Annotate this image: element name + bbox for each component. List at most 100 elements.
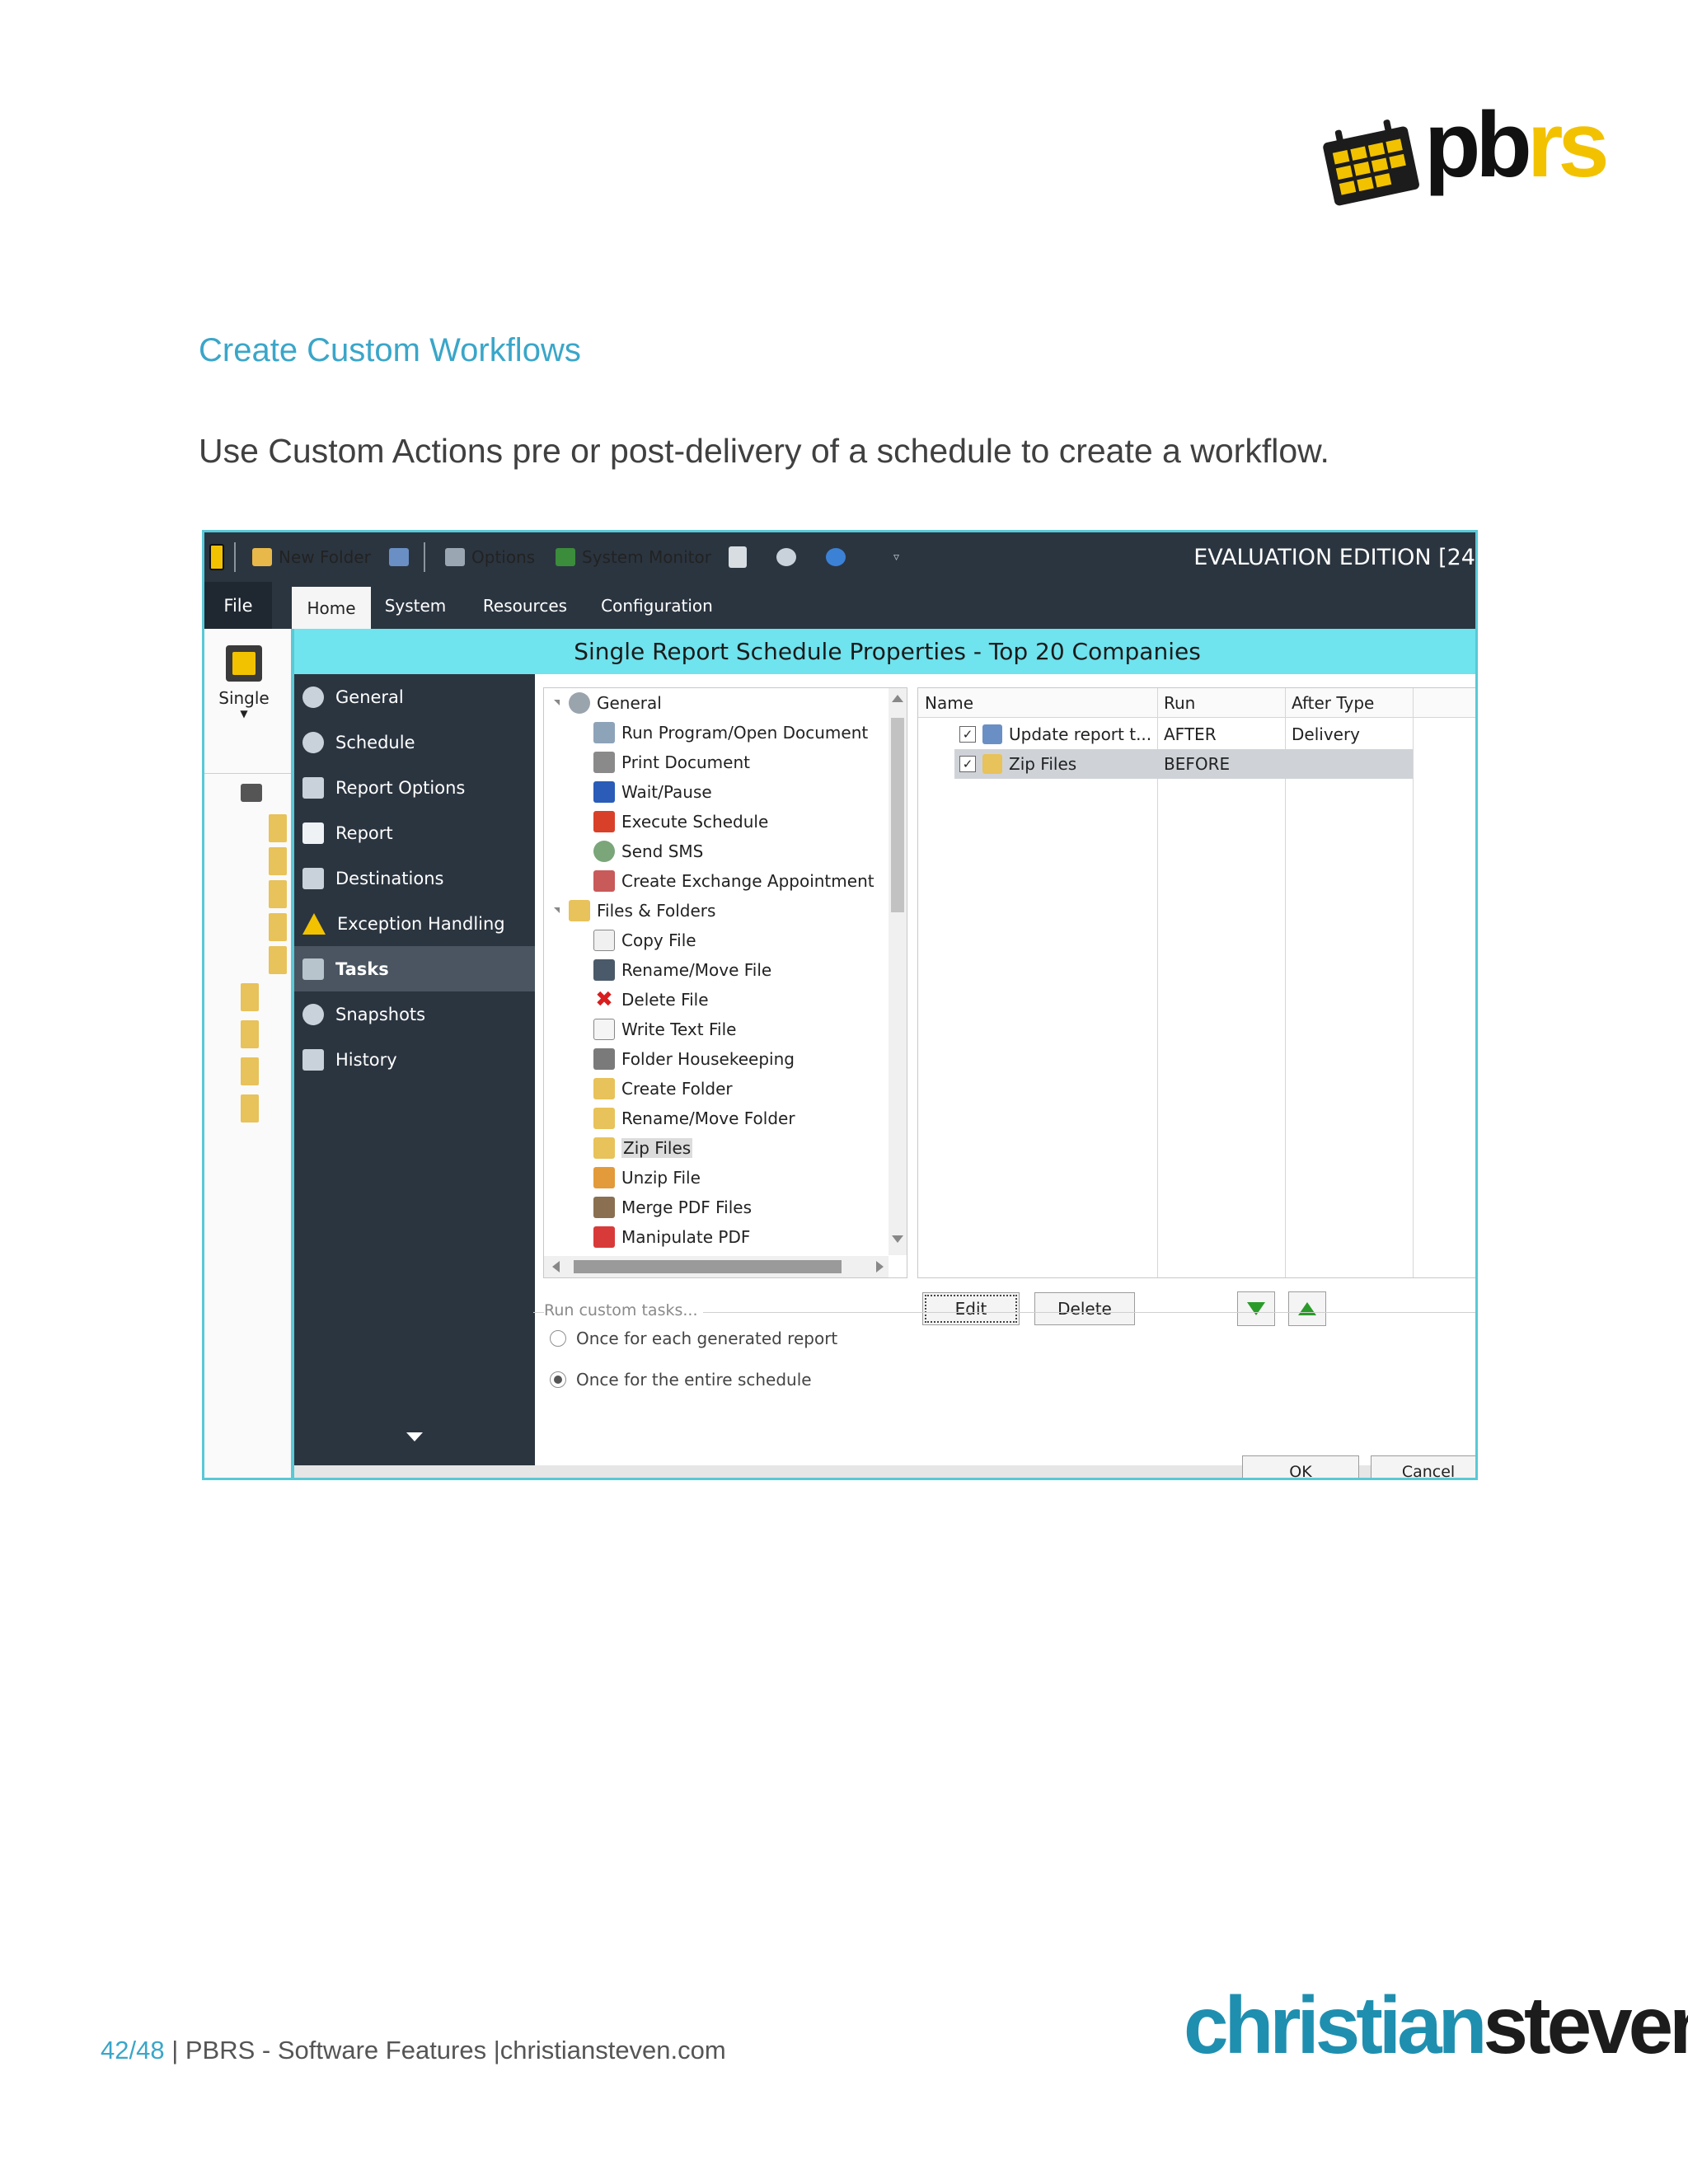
ok-button[interactable]: OK — [1242, 1455, 1359, 1478]
tree-item-create-exchange-appointment[interactable]: Create Exchange Appointment — [593, 866, 874, 896]
scroll-up-icon[interactable] — [892, 695, 903, 702]
printer-icon — [593, 752, 615, 773]
nav-scroll-down-icon[interactable] — [406, 1432, 423, 1441]
radio-label: Once for each generated report — [576, 1329, 838, 1348]
tree-item-unzip-file[interactable]: Unzip File — [593, 1163, 701, 1193]
delete-button[interactable]: Delete — [1034, 1292, 1135, 1325]
tree-item-rename-move-file[interactable]: Rename/Move File — [593, 955, 771, 985]
folder-icon[interactable] — [269, 847, 287, 875]
run-icon — [593, 722, 615, 743]
nav-item-report[interactable]: Report — [294, 810, 535, 855]
help-icon[interactable] — [826, 532, 852, 582]
scroll-right-icon[interactable] — [876, 1261, 884, 1272]
nav-item-schedule[interactable]: Schedule — [294, 719, 535, 765]
new-folder-label: New Folder — [279, 547, 371, 567]
single-schedule-button[interactable]: Single ▼ — [211, 645, 277, 719]
app-menu-icon[interactable] — [209, 532, 231, 582]
tree-label: Folder Housekeeping — [621, 1049, 795, 1069]
tree-item-manipulate-pdf[interactable]: Manipulate PDF — [593, 1222, 750, 1252]
folder-icon[interactable] — [269, 946, 287, 974]
folder-icon[interactable] — [241, 983, 259, 1011]
nav-item-destinations[interactable]: Destinations — [294, 855, 535, 901]
folder-icon[interactable] — [269, 913, 287, 941]
nav-item-exception-handling[interactable]: Exception Handling — [294, 901, 535, 946]
table-row[interactable]: ✓ Update report t... AFTER Delivery — [954, 719, 1413, 749]
tree-item-print-document[interactable]: Print Document — [593, 748, 750, 777]
rename-file-icon — [593, 959, 615, 981]
cancel-button[interactable]: Cancel — [1371, 1455, 1475, 1478]
christiansteven-logo: christiansteven — [1184, 1985, 1688, 2065]
pbrs-logo-part-pb: pb — [1424, 93, 1532, 196]
collapse-icon[interactable] — [554, 700, 560, 705]
move-up-button[interactable] — [1288, 1291, 1326, 1326]
options-button[interactable]: Options — [445, 532, 535, 582]
tree-item-rename-move-folder[interactable]: Rename/Move Folder — [593, 1104, 795, 1133]
tree-item-folder-housekeeping[interactable]: Folder Housekeeping — [593, 1044, 795, 1074]
radio-once-per-report[interactable]: Once for each generated report — [550, 1326, 837, 1351]
column-header-name[interactable]: Name — [918, 688, 1157, 717]
tree-item-delete-file[interactable]: ✖ Delete File — [593, 985, 708, 1015]
customize-toolbar-chevron-icon[interactable]: ▿ — [893, 532, 899, 582]
scroll-thumb[interactable] — [891, 718, 904, 912]
nav-item-snapshots[interactable]: Snapshots — [294, 991, 535, 1037]
single-button-label: Single — [218, 688, 270, 708]
radio-once-per-schedule[interactable]: Once for the entire schedule — [550, 1367, 812, 1392]
file-tab[interactable]: File — [204, 582, 272, 629]
tree-item-write-text-file[interactable]: Write Text File — [593, 1015, 736, 1044]
tree-label: Manipulate PDF — [621, 1227, 751, 1247]
task-tree: General Run Program/Open Document Print … — [543, 687, 907, 1278]
tree-item-wait-pause[interactable]: Wait/Pause — [593, 777, 712, 807]
tree-label: Create Exchange Appointment — [621, 871, 874, 891]
folder-icon — [569, 900, 590, 921]
row-checkbox[interactable]: ✓ — [959, 726, 976, 743]
scroll-down-icon[interactable] — [892, 1235, 903, 1243]
row-checkbox[interactable]: ✓ — [959, 756, 976, 772]
system-monitor-button[interactable]: System Monitor — [556, 532, 711, 582]
footer-text: PBRS - Software Features |christiansteve… — [185, 2036, 726, 2064]
tree-vertical-scrollbar[interactable] — [889, 688, 907, 1255]
nav-item-general[interactable]: General — [294, 674, 535, 719]
tree-item-zip-files[interactable]: Zip Files — [593, 1133, 693, 1163]
folder-icon[interactable] — [241, 1094, 259, 1122]
tree-label: Print Document — [621, 752, 750, 772]
tree-item-execute-schedule[interactable]: Execute Schedule — [593, 807, 768, 837]
pbrs-calendar-logo-icon — [1323, 120, 1419, 206]
zip-icon — [593, 1137, 615, 1159]
tree-item-run-program[interactable]: Run Program/Open Document — [593, 718, 868, 748]
tree-label: Copy File — [621, 930, 696, 950]
clipboard-icon[interactable] — [729, 532, 753, 582]
table-row[interactable]: ✓ Zip Files BEFORE — [954, 749, 1413, 779]
tab-configuration[interactable]: Configuration — [597, 582, 717, 629]
write-file-icon — [593, 1019, 615, 1040]
tree-item-copy-file[interactable]: Copy File — [593, 926, 696, 955]
tab-resources[interactable]: Resources — [480, 582, 570, 629]
folder-icon[interactable] — [241, 1057, 259, 1085]
new-folder-button[interactable]: New Folder — [252, 532, 371, 582]
column-header-run[interactable]: Run — [1157, 688, 1285, 717]
tab-system[interactable]: System — [381, 582, 450, 629]
folder-icon[interactable] — [269, 814, 287, 842]
nav-item-history[interactable]: History — [294, 1037, 535, 1082]
tree-item-create-folder[interactable]: Create Folder — [593, 1074, 733, 1104]
collapse-icon[interactable] — [554, 907, 560, 913]
tree-group-files-folders[interactable]: Files & Folders — [569, 896, 715, 926]
tree-group-general[interactable]: General — [569, 688, 662, 718]
scroll-thumb[interactable] — [574, 1260, 842, 1273]
tree-item-merge-pdf-files[interactable]: Merge PDF Files — [593, 1193, 752, 1222]
wizard-icon[interactable] — [389, 532, 415, 582]
nav-item-tasks[interactable]: Tasks — [294, 946, 535, 991]
folder-icon[interactable] — [269, 880, 287, 908]
home-folder-icon[interactable] — [241, 784, 262, 802]
tree-item-send-sms[interactable]: Send SMS — [593, 837, 703, 866]
folder-icon[interactable] — [241, 1020, 259, 1048]
scroll-left-icon[interactable] — [552, 1261, 560, 1272]
tree-label: Merge PDF Files — [621, 1197, 752, 1217]
nav-item-report-options[interactable]: Report Options — [294, 765, 535, 810]
edit-button[interactable]: Edit — [922, 1292, 1020, 1325]
tree-horizontal-scrollbar[interactable] — [544, 1256, 889, 1277]
column-header-after-type[interactable]: After Type — [1285, 688, 1413, 717]
tab-home[interactable]: Home — [292, 587, 371, 629]
info-icon[interactable] — [776, 532, 803, 582]
move-down-button[interactable] — [1237, 1291, 1275, 1326]
tree-label: Run Program/Open Document — [621, 723, 869, 743]
